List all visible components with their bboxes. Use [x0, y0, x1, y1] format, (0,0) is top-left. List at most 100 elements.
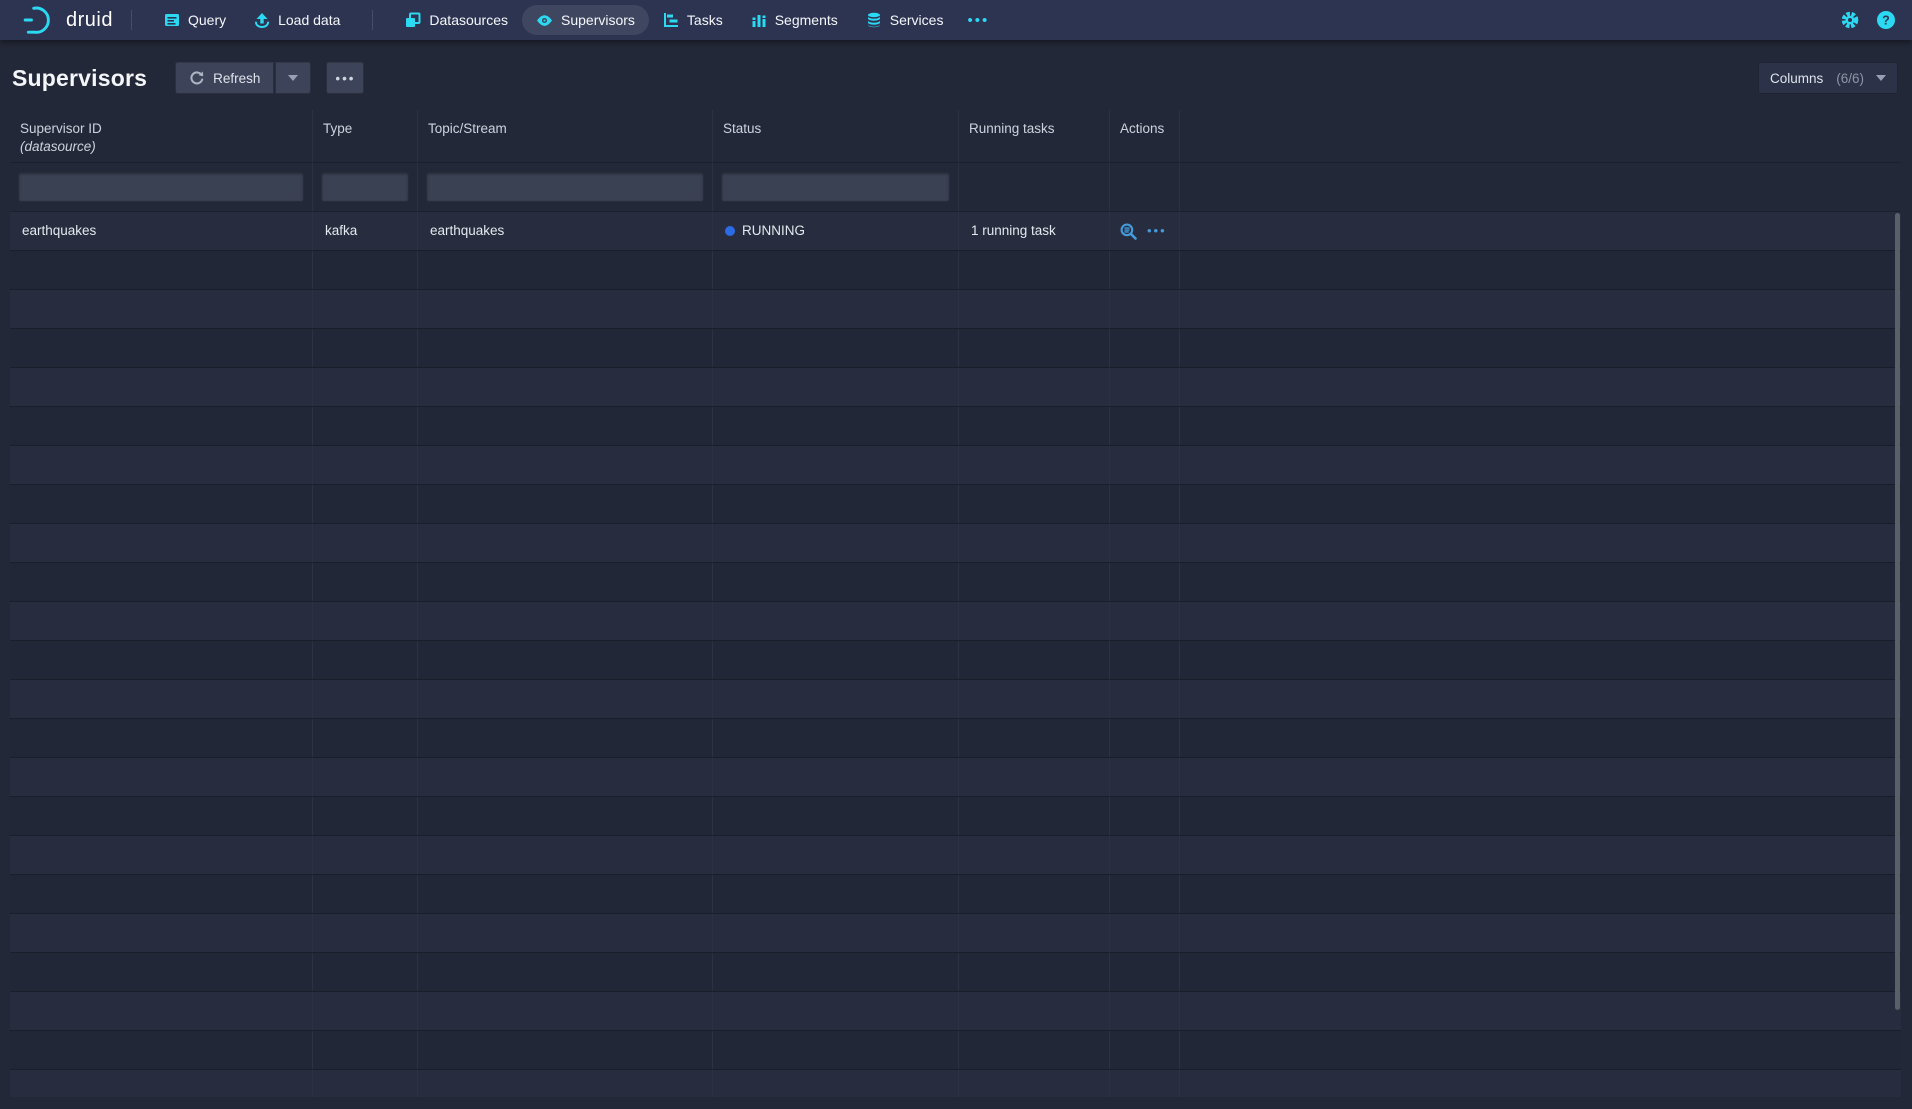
- nav-item-label: Segments: [775, 12, 838, 28]
- toolbar: Supervisors Refresh ••• Columns (6/6): [0, 46, 1912, 110]
- table-row-empty: [10, 1070, 1901, 1097]
- cell-filler: [1180, 212, 1901, 250]
- column-header-supervisor-id[interactable]: Supervisor ID (datasource): [10, 110, 313, 162]
- column-header-label: Status: [723, 121, 761, 136]
- gear-icon[interactable]: [1840, 10, 1860, 30]
- column-header-sublabel: (datasource): [20, 138, 302, 156]
- refresh-interval-dropdown-button[interactable]: [275, 62, 311, 94]
- table-row-empty: [10, 758, 1901, 797]
- refresh-button-label: Refresh: [213, 71, 260, 86]
- column-header-label: Type: [323, 121, 352, 136]
- filter-cell: [10, 163, 313, 211]
- table-row-empty: [10, 992, 1901, 1031]
- column-header-type[interactable]: Type: [313, 110, 418, 162]
- column-header-label: Running tasks: [969, 121, 1055, 136]
- help-icon[interactable]: ?: [1876, 10, 1896, 30]
- column-header-running-tasks[interactable]: Running tasks: [959, 110, 1110, 162]
- column-header-status[interactable]: Status: [713, 110, 959, 162]
- nav-divider: [131, 10, 132, 30]
- nav-item-label: Load data: [278, 12, 340, 28]
- nav-item-label: Supervisors: [561, 12, 635, 28]
- table-filter-row: [10, 163, 1901, 212]
- svg-text:?: ?: [1882, 14, 1890, 28]
- table-row-earthquakes: earthquakes kafka earthquakes RUNNING 1 …: [10, 212, 1901, 251]
- table-header-row: Supervisor ID (datasource) Type Topic/St…: [10, 110, 1901, 163]
- druid-logo-icon: [22, 2, 58, 38]
- table-row-empty: [10, 953, 1901, 992]
- nav-item-label: Tasks: [687, 12, 723, 28]
- table-row-empty: [10, 914, 1901, 953]
- filter-cell-filler: [1180, 163, 1901, 211]
- column-header-topic-stream[interactable]: Topic/Stream: [418, 110, 713, 162]
- supervisors-table: Supervisor ID (datasource) Type Topic/St…: [10, 110, 1901, 1097]
- refresh-button-group: Refresh: [175, 62, 311, 94]
- druid-logo[interactable]: druid: [22, 2, 113, 38]
- status-filter-input[interactable]: [721, 172, 950, 202]
- table-row-empty: [10, 290, 1901, 329]
- cell-type: kafka: [313, 212, 418, 250]
- nav-item-segments[interactable]: Segments: [737, 5, 852, 35]
- filter-cell: [313, 163, 418, 211]
- magnifier-detail-icon[interactable]: [1120, 223, 1137, 240]
- nav-item-tasks[interactable]: Tasks: [649, 5, 737, 35]
- cell-status: RUNNING: [713, 212, 959, 250]
- table-row-empty: [10, 797, 1901, 836]
- filter-cell: [1110, 163, 1180, 211]
- table-row-empty: [10, 329, 1901, 368]
- page-title: Supervisors: [12, 65, 147, 92]
- nav-item-query[interactable]: Query: [150, 5, 240, 35]
- gantt-chart-icon: [663, 12, 679, 28]
- nav-divider: [372, 10, 373, 30]
- nav-item-load-data[interactable]: Load data: [240, 5, 354, 35]
- status-label: RUNNING: [742, 223, 805, 238]
- table-row-empty: [10, 875, 1901, 914]
- column-header-filler: [1180, 110, 1901, 162]
- column-header-label: Actions: [1120, 121, 1164, 136]
- column-header-label: Supervisor ID: [20, 121, 102, 136]
- toolbar-more-button[interactable]: •••: [326, 62, 364, 94]
- table-row-empty: [10, 1031, 1901, 1070]
- nav-item-services[interactable]: Services: [852, 5, 958, 35]
- refresh-button[interactable]: Refresh: [175, 62, 274, 94]
- table-row-empty: [10, 602, 1901, 641]
- nav-item-label: Datasources: [429, 12, 508, 28]
- nav-more-button[interactable]: •••: [957, 12, 999, 29]
- top-nav: druid Query Load data: [0, 0, 1912, 40]
- columns-label: Columns: [1770, 71, 1823, 86]
- column-header-actions[interactable]: Actions: [1110, 110, 1180, 162]
- vertical-scrollbar-thumb[interactable]: [1895, 213, 1900, 1010]
- stacked-panels-icon: [405, 12, 421, 28]
- filter-cell: [418, 163, 713, 211]
- table-row-empty: [10, 836, 1901, 875]
- table-row-empty: [10, 524, 1901, 563]
- app-list-icon: [164, 12, 180, 28]
- upload-icon: [254, 12, 270, 28]
- table-row-empty: [10, 680, 1901, 719]
- chevron-down-icon: [1876, 75, 1886, 81]
- table-row-empty: [10, 485, 1901, 524]
- bar-chart-icon: [751, 12, 767, 28]
- table-row-empty: [10, 446, 1901, 485]
- database-icon: [866, 12, 882, 28]
- cell-actions: •••: [1110, 212, 1180, 250]
- type-filter-input[interactable]: [321, 172, 409, 202]
- columns-count: (6/6): [1836, 71, 1864, 86]
- table-row-empty: [10, 563, 1901, 602]
- columns-dropdown-button[interactable]: Columns (6/6): [1758, 62, 1898, 94]
- druid-logo-text: druid: [66, 9, 113, 32]
- filter-cell: [959, 163, 1110, 211]
- supervisor-id-filter-input[interactable]: [18, 172, 304, 202]
- topic-stream-filter-input[interactable]: [426, 172, 704, 202]
- refresh-icon: [189, 70, 205, 86]
- nav-item-label: Services: [890, 12, 944, 28]
- row-more-actions-button[interactable]: •••: [1147, 212, 1167, 250]
- table-row-empty: [10, 251, 1901, 290]
- nav-item-datasources[interactable]: Datasources: [391, 5, 522, 35]
- cell-supervisor-id: earthquakes: [10, 212, 313, 250]
- table-body: earthquakes kafka earthquakes RUNNING 1 …: [10, 212, 1901, 1097]
- nav-item-label: Query: [188, 12, 226, 28]
- table-row-empty: [10, 407, 1901, 446]
- nav-item-supervisors[interactable]: Supervisors: [522, 5, 649, 35]
- cell-topic-stream: earthquakes: [418, 212, 713, 250]
- table-row-empty: [10, 719, 1901, 758]
